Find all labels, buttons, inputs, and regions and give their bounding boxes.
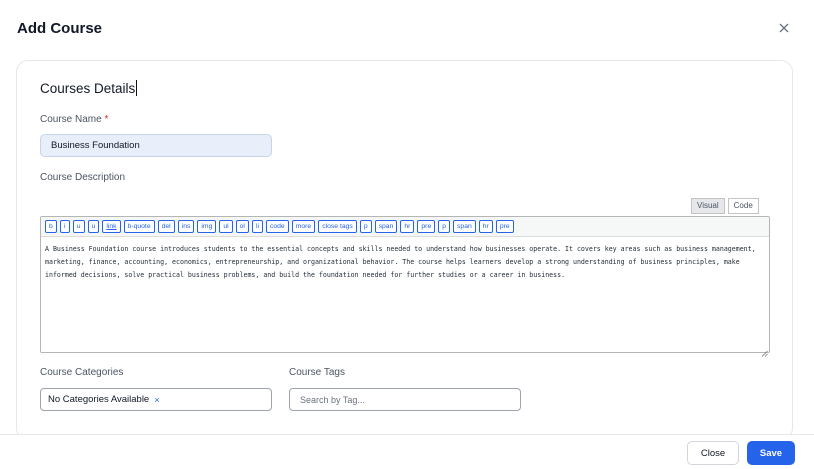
course-name-label-text: Course Name — [40, 114, 102, 125]
ul-button[interactable]: ul — [219, 220, 233, 233]
italic-button[interactable]: i — [59, 220, 70, 233]
course-tags-input[interactable] — [289, 388, 521, 411]
required-mark: * — [104, 114, 109, 125]
bold-button[interactable]: b — [45, 220, 57, 233]
p-alt-button[interactable]: p — [438, 220, 451, 233]
editor-toolbar: b i u u link b-quote del ins img ul ol l… — [41, 217, 769, 237]
hr-alt-button[interactable]: hr — [478, 220, 493, 233]
more-button[interactable]: more — [291, 220, 316, 233]
span-alt-button[interactable]: span — [453, 220, 476, 233]
li-button[interactable]: li — [251, 220, 263, 233]
add-course-modal: Add Course Courses Details Course Name *… — [0, 0, 814, 469]
description-editor[interactable]: b i u u link b-quote del ins img ul ol l… — [40, 216, 770, 357]
resize-handle-icon[interactable] — [761, 344, 768, 357]
course-categories-select[interactable]: No Categories Available × — [40, 388, 272, 411]
course-description-label: Course Description — [40, 172, 126, 183]
del-button[interactable]: del — [157, 220, 175, 233]
course-details-card: Courses Details Course Name * Course Des… — [16, 60, 793, 440]
link-button[interactable]: link — [102, 220, 121, 233]
ol-button[interactable]: ol — [235, 220, 249, 233]
editor-mode-switch: Visual Code — [691, 198, 759, 214]
course-tags-label: Course Tags — [289, 367, 345, 378]
course-name-label: Course Name * — [40, 114, 108, 125]
code-button[interactable]: code — [265, 220, 289, 233]
category-chip: No Categories Available — [48, 394, 150, 405]
span-button[interactable]: span — [374, 220, 398, 233]
modal-title: Add Course — [17, 20, 103, 37]
p-button[interactable]: p — [359, 220, 372, 233]
visual-mode-button[interactable]: Visual — [691, 198, 725, 214]
ins-button[interactable]: ins — [177, 220, 195, 233]
close-tags-button[interactable]: close tags — [318, 220, 357, 233]
close-icon[interactable] — [776, 20, 792, 36]
save-button[interactable]: Save — [747, 441, 795, 465]
blockquote-button[interactable]: b-quote — [123, 220, 155, 233]
course-name-input[interactable] — [40, 134, 272, 157]
description-text[interactable]: A Business Foundation course introduces … — [41, 237, 769, 282]
course-categories-label: Course Categories — [40, 367, 124, 378]
close-button[interactable]: Close — [687, 441, 739, 465]
pre-alt-button[interactable]: pre — [495, 220, 514, 233]
section-title-text: Courses Details — [40, 81, 136, 96]
text-caret — [136, 80, 138, 96]
code-mode-button[interactable]: Code — [727, 198, 759, 214]
img-button[interactable]: img — [197, 220, 217, 233]
chip-remove-icon[interactable]: × — [154, 395, 159, 405]
underline-button[interactable]: u — [72, 220, 85, 233]
underline-alt-button[interactable]: u — [87, 220, 100, 233]
section-title: Courses Details — [40, 80, 138, 96]
pre-button[interactable]: pre — [417, 220, 436, 233]
hr-button[interactable]: hr — [400, 220, 415, 233]
